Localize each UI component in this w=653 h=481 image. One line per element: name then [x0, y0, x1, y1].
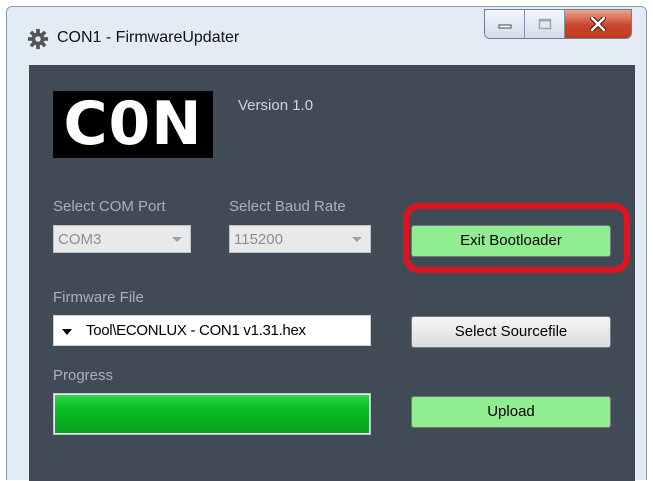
client-area: C0N Version 1.0 Select COM Port COM3 Sel… [29, 65, 635, 481]
gear-icon [27, 28, 49, 50]
com-port-label: Select COM Port [53, 198, 166, 215]
minimize-icon [498, 24, 511, 29]
firmware-file-label: Firmware File [53, 289, 144, 306]
minimize-button[interactable] [485, 10, 525, 38]
version-label: Version 1.0 [238, 97, 314, 114]
progress-label: Progress [53, 367, 114, 384]
progress-fill [55, 395, 369, 433]
chevron-down-icon [172, 237, 182, 242]
firmware-file-combo[interactable]: Tool\ECONLUX - CON1 v1.31.hex [53, 315, 371, 346]
caption-buttons [484, 9, 632, 39]
maximize-button[interactable] [525, 10, 565, 38]
progress-bar [53, 393, 371, 435]
maximize-icon [538, 18, 551, 30]
close-icon [590, 17, 606, 31]
close-button[interactable] [565, 10, 631, 38]
con-logo: C0N [53, 91, 213, 158]
window-title: CON1 - FirmwareUpdater [57, 29, 240, 46]
firmware-file-value: Tool\ECONLUX - CON1 v1.31.hex [86, 322, 306, 339]
red-highlight-annotation [403, 203, 630, 273]
title-bar[interactable]: CON1 - FirmwareUpdater [7, 7, 646, 65]
com-port-select[interactable]: COM3 [53, 225, 191, 253]
select-sourcefile-button[interactable]: Select Sourcefile [411, 316, 611, 348]
upload-button[interactable]: Upload [411, 396, 611, 428]
com-port-value: COM3 [58, 231, 102, 248]
baud-rate-label: Select Baud Rate [229, 198, 346, 215]
baud-rate-value: 115200 [234, 231, 283, 248]
baud-rate-select[interactable]: 115200 [229, 225, 371, 253]
dropdown-arrow-icon [62, 329, 72, 335]
app-window: CON1 - FirmwareUpdater C0N Version 1.0 S… [6, 6, 647, 481]
chevron-down-icon [352, 237, 362, 242]
